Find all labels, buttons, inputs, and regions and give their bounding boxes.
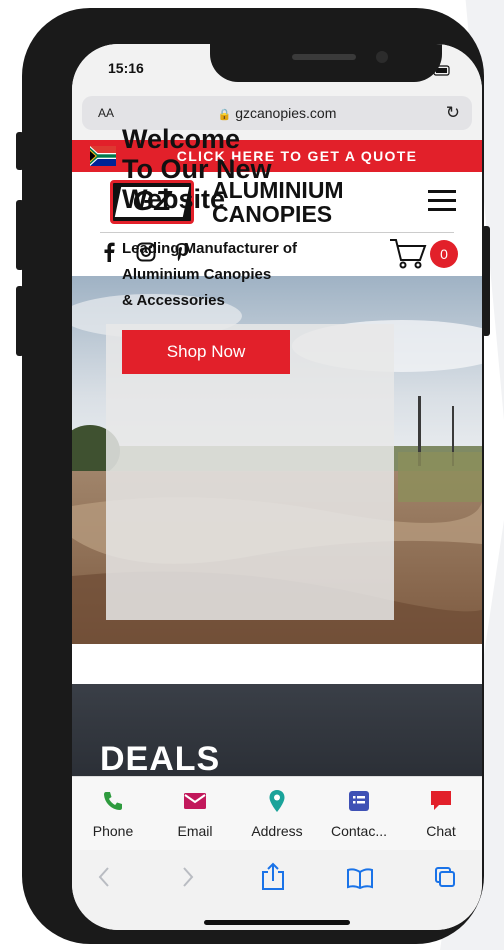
- contact-form-icon: [349, 791, 369, 811]
- shopping-cart-icon[interactable]: [388, 236, 428, 270]
- header-divider: [100, 232, 454, 233]
- hero-title: Welcome To Our New Website: [122, 124, 362, 214]
- chat-icon: [431, 791, 451, 810]
- tab-phone[interactable]: Phone: [72, 777, 154, 851]
- status-time: 15:16: [108, 60, 144, 76]
- phone-icon: [104, 792, 122, 810]
- cart-count-badge[interactable]: 0: [430, 240, 458, 268]
- notch: [210, 44, 442, 82]
- tab-label: Contac...: [330, 823, 388, 839]
- hamburger-menu-icon[interactable]: [428, 190, 456, 212]
- shop-now-button[interactable]: Shop Now: [122, 330, 290, 374]
- hero-title-line-1: Welcome: [122, 124, 241, 154]
- bookmarks-button[interactable]: [342, 860, 378, 896]
- deals-title: DEALS: [100, 740, 221, 778]
- contact-tab-bar: Phone Email Address Contac... Chat: [72, 776, 482, 850]
- back-button[interactable]: [88, 860, 124, 896]
- phone-screen: 15:16 AA 🔒 gzcanopies.com ↻ CLICK HERE T…: [72, 44, 482, 930]
- home-indicator[interactable]: [204, 920, 350, 925]
- forward-button[interactable]: [170, 860, 206, 896]
- tab-label: Address: [251, 823, 303, 839]
- tab-contact[interactable]: Contac...: [318, 777, 400, 851]
- hero-subtitle: Leading Manufacturer of Aluminium Canopi…: [122, 236, 362, 314]
- tab-address[interactable]: Address: [236, 777, 318, 851]
- facebook-icon[interactable]: [102, 242, 116, 262]
- phone-frame: 15:16 AA 🔒 gzcanopies.com ↻ CLICK HERE T…: [22, 8, 484, 944]
- lock-icon: 🔒: [217, 109, 232, 121]
- url-label: gzcanopies.com: [235, 105, 337, 121]
- hero-title-line-2: To Our New: [122, 154, 272, 184]
- speaker-grille: [292, 54, 356, 60]
- map-pin-icon: [269, 790, 285, 812]
- hero-subtitle-line-3: & Accessories: [122, 292, 225, 309]
- tabs-button[interactable]: [428, 860, 464, 896]
- tab-label: Phone: [92, 823, 134, 839]
- front-camera: [376, 51, 388, 63]
- share-button[interactable]: [256, 860, 292, 896]
- hero-subtitle-line-1: Leading Manufacturer of: [122, 240, 298, 257]
- browser-toolbar: [72, 850, 482, 930]
- hero-title-line-3: Website: [122, 184, 226, 214]
- tab-email[interactable]: Email: [154, 777, 236, 851]
- tab-label: Chat: [426, 823, 456, 839]
- tab-label: Email: [177, 823, 213, 839]
- url-text: 🔒 gzcanopies.com: [82, 105, 472, 121]
- deals-section: DEALS: [72, 684, 482, 784]
- reload-icon[interactable]: ↻: [446, 103, 460, 123]
- tab-chat[interactable]: Chat: [400, 777, 482, 851]
- email-icon: [184, 793, 206, 809]
- hero-subtitle-line-2: Aluminium Canopies: [122, 266, 272, 283]
